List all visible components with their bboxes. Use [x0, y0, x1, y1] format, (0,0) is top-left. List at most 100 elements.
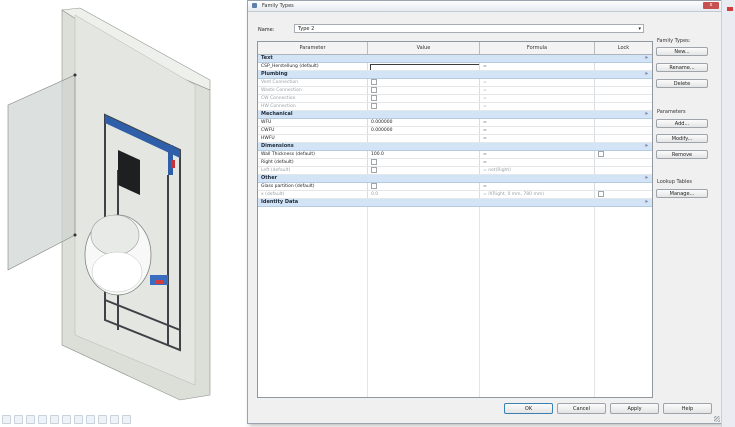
type-name-select[interactable]: Type 2 ▾ [294, 24, 644, 33]
table-row[interactable]: Waste Connection = [258, 87, 652, 95]
col-header-parameter[interactable]: Parameter [258, 42, 368, 54]
param-lock[interactable] [595, 63, 652, 70]
param-lock[interactable] [595, 127, 652, 134]
reveal-hidden-icon[interactable] [122, 414, 131, 424]
param-value[interactable] [368, 79, 480, 86]
param-value[interactable] [368, 183, 480, 190]
resize-grip[interactable] [714, 416, 720, 422]
rename-type-button[interactable]: Rename... [656, 63, 708, 72]
param-formula[interactable]: = [480, 135, 595, 142]
lock-checkbox[interactable] [598, 151, 604, 157]
table-row[interactable]: Wall Thickness (default) 100.0 = [258, 151, 652, 159]
col-header-lock[interactable]: Lock [595, 42, 652, 54]
checkbox[interactable] [371, 79, 377, 85]
table-row[interactable]: Glass partition (default) = [258, 183, 652, 191]
hide-crop-icon[interactable] [86, 414, 95, 424]
param-formula[interactable]: = [480, 159, 595, 166]
param-formula[interactable]: = [480, 103, 595, 110]
param-lock[interactable] [595, 159, 652, 166]
param-lock[interactable] [595, 151, 652, 158]
collapse-icon[interactable]: » [645, 71, 648, 78]
delete-type-button[interactable]: Delete [656, 79, 708, 88]
table-row[interactable]: x (default) 0.0 = if(Right, 0 mm, 780 mm) [258, 191, 652, 199]
param-value[interactable] [368, 103, 480, 110]
collapse-icon[interactable]: » [645, 55, 648, 62]
group-row[interactable]: Plumbing » [258, 71, 652, 79]
collapse-icon[interactable]: » [645, 143, 648, 150]
param-lock[interactable] [595, 119, 652, 126]
temporary-hide-icon[interactable] [110, 414, 119, 424]
param-lock[interactable] [595, 79, 652, 86]
table-row[interactable]: Vent Connection = [258, 79, 652, 87]
manage-lookup-button[interactable]: Manage... [656, 189, 708, 198]
param-formula[interactable]: = [480, 87, 595, 94]
crop-view-icon[interactable] [74, 414, 83, 424]
table-row[interactable]: CW Connection = [258, 95, 652, 103]
param-formula[interactable]: = [480, 63, 595, 70]
table-row[interactable]: HWFU = [258, 135, 652, 143]
param-lock[interactable] [595, 95, 652, 102]
checkbox[interactable] [371, 167, 377, 173]
param-formula[interactable]: = [480, 119, 595, 126]
param-value[interactable] [368, 159, 480, 166]
checkbox[interactable] [371, 87, 377, 93]
param-value[interactable] [368, 135, 480, 142]
render-icon[interactable] [62, 414, 71, 424]
param-lock[interactable] [595, 103, 652, 110]
param-formula[interactable]: = not(Right) [480, 167, 595, 174]
param-formula[interactable]: = [480, 95, 595, 102]
param-value[interactable] [368, 87, 480, 94]
checkbox[interactable] [371, 159, 377, 165]
group-row[interactable]: Text » [258, 55, 652, 63]
group-row[interactable]: Identity Data » [258, 199, 652, 207]
group-row[interactable]: Other » [258, 175, 652, 183]
table-row[interactable]: WFU 0.000000 = [258, 119, 652, 127]
param-formula[interactable]: = [480, 127, 595, 134]
group-row[interactable]: Mechanical » [258, 111, 652, 119]
group-row[interactable]: Dimensions » [258, 143, 652, 151]
scale-icon[interactable] [2, 414, 11, 424]
checkbox[interactable] [371, 95, 377, 101]
param-formula[interactable]: = [480, 79, 595, 86]
table-row[interactable]: HW Connection = [258, 103, 652, 111]
collapse-icon[interactable]: » [645, 111, 648, 118]
col-header-formula[interactable]: Formula [480, 42, 595, 54]
ok-button[interactable]: OK [504, 403, 553, 414]
shadows-icon[interactable] [50, 414, 59, 424]
modify-parameter-button[interactable]: Modify... [656, 134, 708, 143]
sun-path-icon[interactable] [38, 414, 47, 424]
table-row[interactable]: Right (default) = [258, 159, 652, 167]
param-value[interactable]: 0.000000 [368, 127, 480, 134]
dialog-titlebar[interactable]: Family Types x [248, 1, 721, 12]
visual-style-icon[interactable] [26, 414, 35, 424]
apply-button[interactable]: Apply [610, 403, 659, 414]
param-lock[interactable] [595, 135, 652, 142]
cancel-button[interactable]: Cancel [557, 403, 606, 414]
param-formula[interactable]: = if(Right, 0 mm, 780 mm) [480, 191, 595, 198]
table-row[interactable]: CSP_Herstellung (default) = [258, 63, 652, 71]
value-edit-box[interactable] [370, 64, 479, 70]
param-lock[interactable] [595, 87, 652, 94]
checkbox[interactable] [371, 183, 377, 189]
add-parameter-button[interactable]: Add... [656, 119, 708, 128]
lock-view-icon[interactable] [98, 414, 107, 424]
3d-viewport[interactable] [0, 0, 250, 427]
param-value[interactable] [368, 167, 480, 174]
param-value[interactable]: 100.0 [368, 151, 480, 158]
remove-parameter-button[interactable]: Remove [656, 150, 708, 159]
lock-checkbox[interactable] [598, 191, 604, 197]
param-value[interactable] [368, 95, 480, 102]
table-row[interactable]: Left (default) = not(Right) [258, 167, 652, 175]
help-button[interactable]: Help [663, 403, 712, 414]
detail-level-icon[interactable] [14, 414, 23, 424]
param-lock[interactable] [595, 191, 652, 198]
table-row[interactable]: CWFU 0.000000 = [258, 127, 652, 135]
col-header-value[interactable]: Value [368, 42, 480, 54]
param-lock[interactable] [595, 167, 652, 174]
param-formula[interactable]: = [480, 151, 595, 158]
collapse-icon[interactable]: » [645, 175, 648, 182]
param-value[interactable] [368, 63, 480, 70]
param-lock[interactable] [595, 183, 652, 190]
checkbox[interactable] [371, 103, 377, 109]
collapse-icon[interactable]: » [645, 199, 648, 206]
